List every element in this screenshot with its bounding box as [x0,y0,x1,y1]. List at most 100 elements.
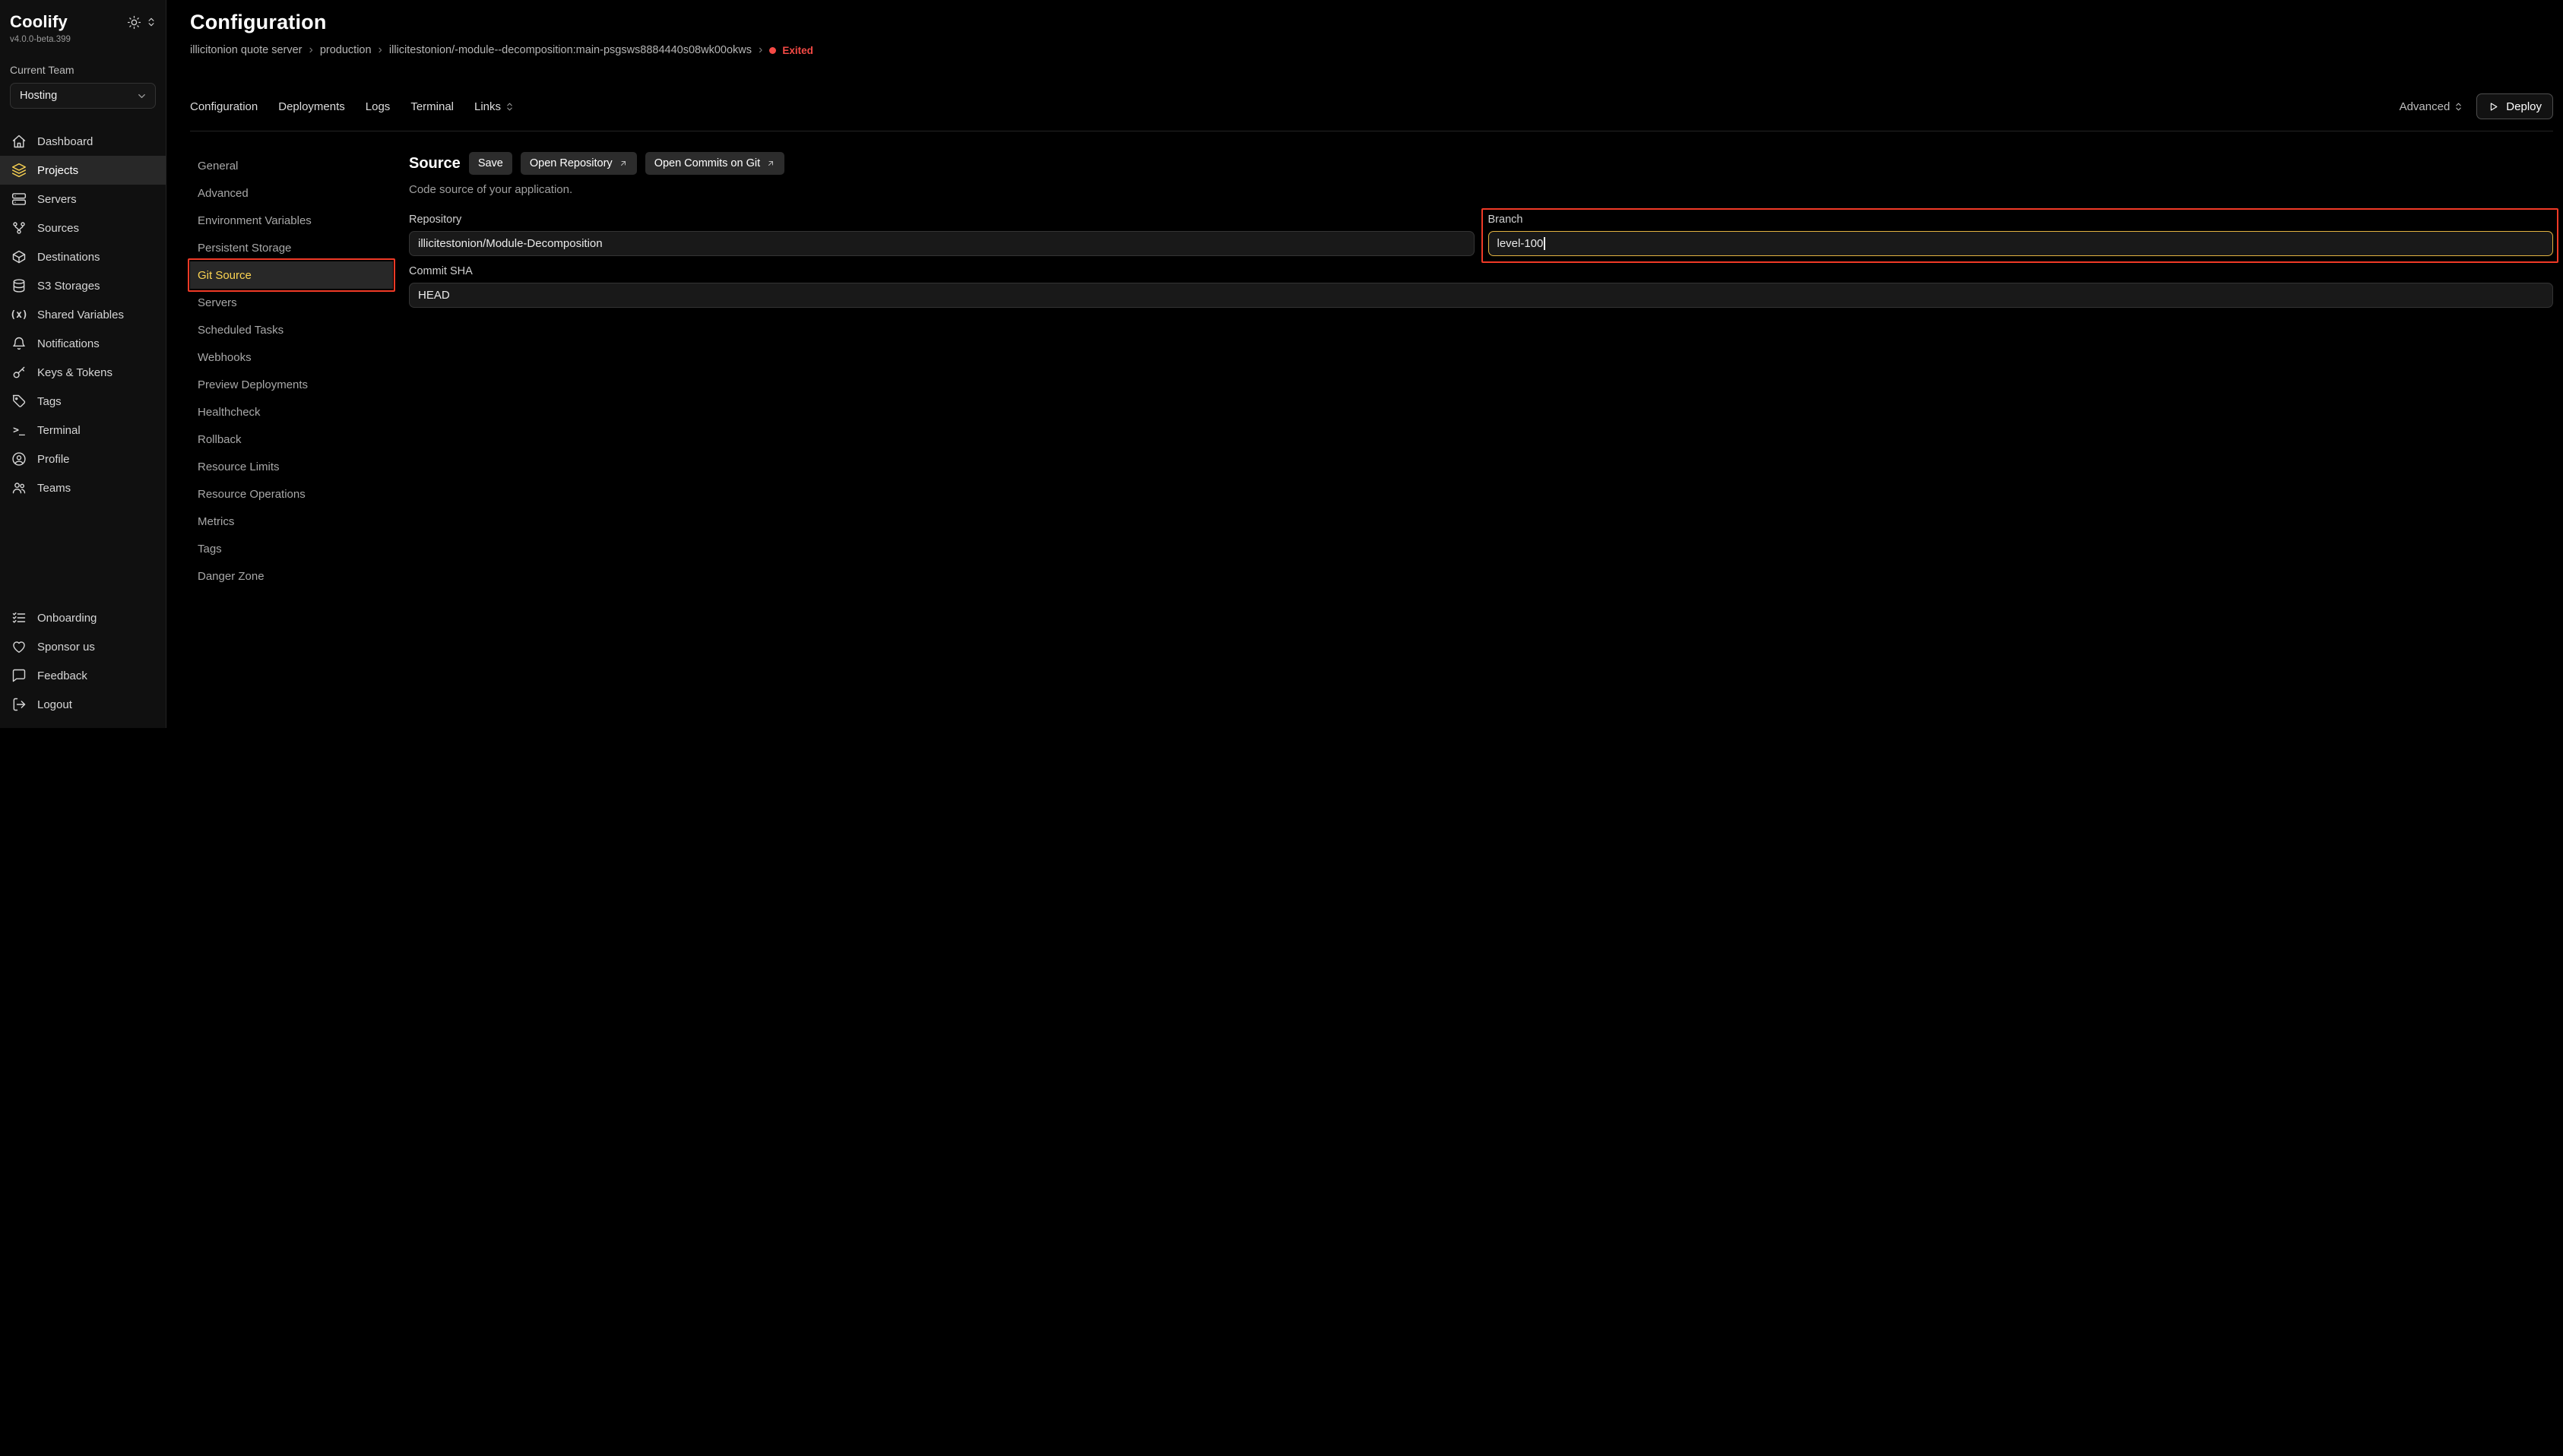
sidebar-item-notifications[interactable]: Notifications [0,329,166,358]
subnav-item-resource-limits[interactable]: Resource Limits [190,453,393,480]
breadcrumb-environment[interactable]: production [320,44,372,56]
sidebar-item-sources[interactable]: Sources [0,214,166,242]
branch-field: Branch level-100 [1488,214,2554,256]
subnav-item-servers[interactable]: Servers [190,289,393,316]
sidebar-item-teams[interactable]: Teams [0,473,166,502]
page-title: Configuration [190,11,2553,34]
user-icon [11,451,27,467]
deploy-button[interactable]: Deploy [2476,93,2553,119]
open-repository-button[interactable]: Open Repository [521,152,637,175]
tab-terminal[interactable]: Terminal [410,100,454,113]
sidebar-item-destinations[interactable]: Destinations [0,242,166,271]
configuration-subnav: General Advanced Environment Variables P… [190,152,393,590]
subnav-item-preview-deployments[interactable]: Preview Deployments [190,371,393,398]
subnav-item-metrics[interactable]: Metrics [190,508,393,535]
main-content: Configuration illicitonion quote server … [166,0,2563,728]
source-section: Source Save Open Repository Open Commits… [393,152,2553,308]
chevrons-up-down-icon[interactable] [146,17,157,27]
tabs-row: Configuration Deployments Logs Terminal … [190,93,2553,119]
repository-input[interactable] [409,231,1475,256]
subnav-item-webhooks[interactable]: Webhooks [190,343,393,371]
commit-sha-input[interactable] [409,283,2553,308]
subnav-item-git-source[interactable]: Git Source [190,261,393,289]
sidebar-item-shared-variables[interactable]: (x) Shared Variables [0,300,166,329]
advanced-dropdown[interactable]: Advanced [2400,100,2464,113]
tab-deployments[interactable]: Deployments [278,100,345,113]
subnav-item-resource-operations[interactable]: Resource Operations [190,480,393,508]
status-dot-icon [769,47,776,54]
coolify-logo: Coolify [10,12,68,32]
subnav-item-persistent-storage[interactable]: Persistent Storage [190,234,393,261]
breadcrumb-resource[interactable]: illicitestonion/-module--decomposition:m… [389,44,752,56]
branch-input[interactable]: level-100 [1488,231,2554,256]
tab-links-label: Links [474,100,501,113]
sidebar-item-label: Dashboard [37,135,93,148]
sidebar-item-label: S3 Storages [37,280,100,293]
theme-toggle-sun-icon[interactable] [127,15,141,30]
sidebar-item-label: Sources [37,222,79,235]
sidebar-item-keys-tokens[interactable]: Keys & Tokens [0,358,166,387]
sidebar-item-onboarding[interactable]: Onboarding [0,603,166,632]
chevron-right-icon: › [309,44,313,56]
repository-label: Repository [409,214,1475,226]
server-icon [11,191,27,207]
subnav-item-danger-zone[interactable]: Danger Zone [190,562,393,590]
tab-configuration[interactable]: Configuration [190,100,258,113]
sidebar-item-label: Feedback [37,669,87,682]
subnav-item-environment-variables[interactable]: Environment Variables [190,207,393,234]
sidebar-item-terminal[interactable]: >_ Terminal [0,416,166,445]
team-select[interactable]: Hosting [10,83,156,109]
sidebar-item-s3-storages[interactable]: S3 Storages [0,271,166,300]
key-icon [11,365,27,380]
sidebar-item-label: Onboarding [37,612,97,625]
external-link-icon [766,159,775,168]
sidebar-item-dashboard[interactable]: Dashboard [0,127,166,156]
breadcrumb: illicitonion quote server › production ›… [190,44,2553,56]
sidebar-item-label: Sponsor us [37,641,95,654]
sidebar: Coolify v4.0.0-beta.399 Current Team Hos… [0,0,166,728]
sidebar-item-label: Keys & Tokens [37,366,112,379]
subnav-item-tags[interactable]: Tags [190,535,393,562]
terminal-icon: >_ [11,425,27,436]
save-button[interactable]: Save [469,152,512,175]
external-link-icon [619,159,628,168]
advanced-label: Advanced [2400,100,2451,113]
app-version: v4.0.0-beta.399 [0,32,166,44]
subnav-item-general[interactable]: General [190,152,393,179]
tabs: Configuration Deployments Logs Terminal … [190,100,515,113]
breadcrumb-project[interactable]: illicitonion quote server [190,44,303,56]
tag-icon [11,394,27,409]
subnav-item-rollback[interactable]: Rollback [190,426,393,453]
sidebar-item-feedback[interactable]: Feedback [0,661,166,690]
subnav-item-advanced[interactable]: Advanced [190,179,393,207]
heart-icon [11,639,27,654]
git-branch-icon [11,220,27,236]
logout-icon [11,697,27,712]
message-icon [11,668,27,683]
sidebar-item-label: Logout [37,698,72,711]
bell-icon [11,336,27,351]
text-caret [1544,237,1545,250]
branch-value: level-100 [1497,237,1544,250]
chevron-down-icon [136,90,147,102]
sidebar-item-label: Servers [37,193,77,206]
tab-logs[interactable]: Logs [366,100,391,113]
play-icon [2488,101,2499,112]
sidebar-item-servers[interactable]: Servers [0,185,166,214]
open-commits-button[interactable]: Open Commits on Git [645,152,784,175]
current-team-label: Current Team [0,44,166,76]
source-subtitle: Code source of your application. [409,183,2553,196]
tab-links[interactable]: Links [474,100,515,113]
subnav-item-scheduled-tasks[interactable]: Scheduled Tasks [190,316,393,343]
chevrons-up-down-icon [505,102,515,112]
repository-field: Repository [409,214,1475,256]
sidebar-item-sponsor-us[interactable]: Sponsor us [0,632,166,661]
sidebar-item-projects[interactable]: Projects [0,156,166,185]
status-text: Exited [782,45,813,56]
sidebar-item-logout[interactable]: Logout [0,690,166,719]
sidebar-item-profile[interactable]: Profile [0,445,166,473]
subnav-item-healthcheck[interactable]: Healthcheck [190,398,393,426]
sidebar-menu: Dashboard Projects Servers Sources Desti… [0,127,166,502]
sidebar-footer: Onboarding Sponsor us Feedback Logout [0,603,166,719]
sidebar-item-tags[interactable]: Tags [0,387,166,416]
